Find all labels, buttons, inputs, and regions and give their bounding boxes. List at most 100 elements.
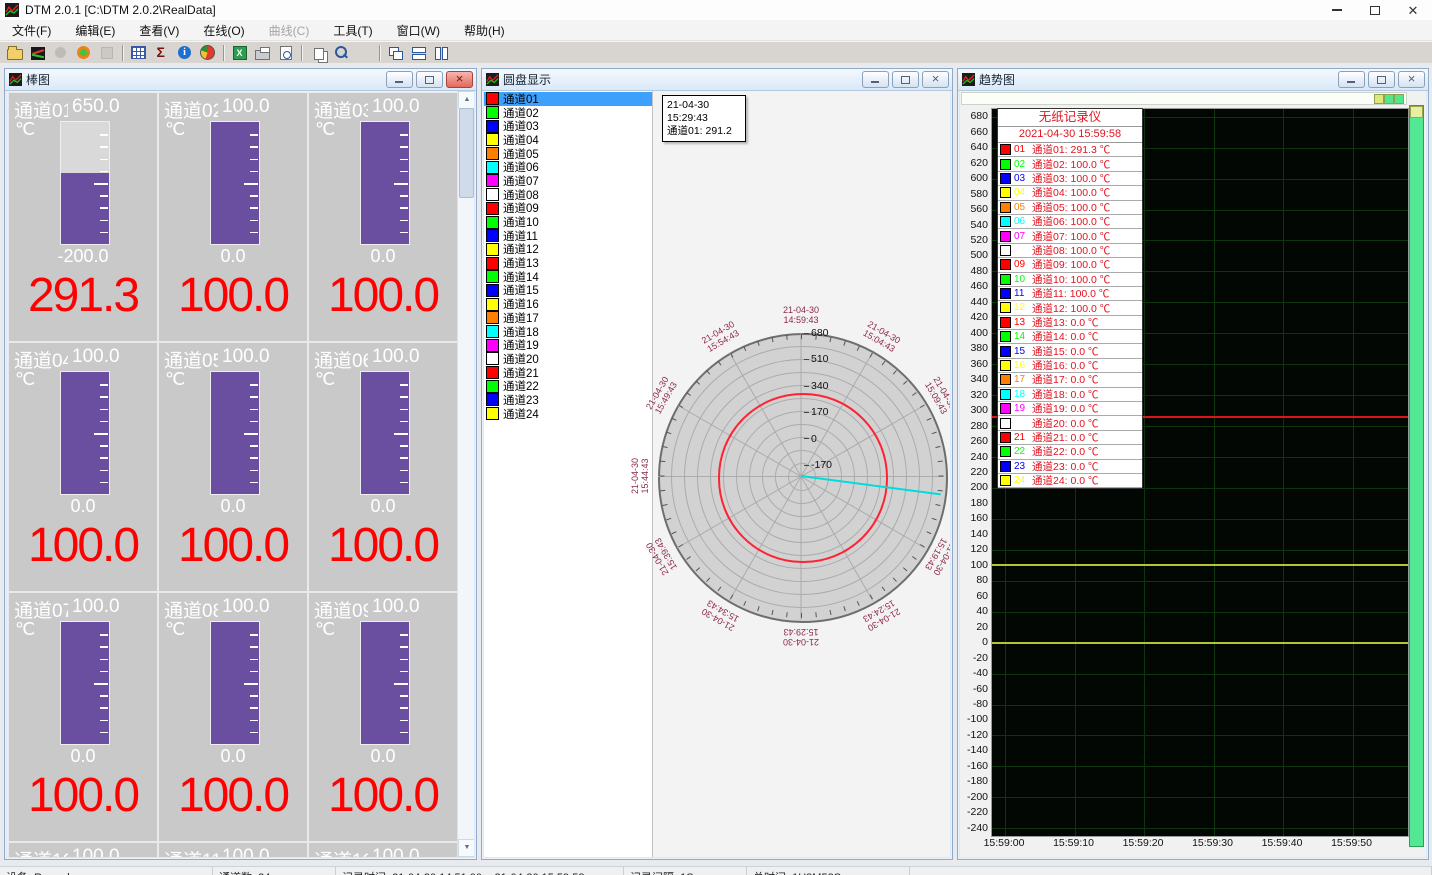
bar-close-button[interactable] (446, 71, 473, 88)
menu-item-7[interactable]: 窗口(W) (385, 20, 452, 40)
legend-channel-number: 24 (1014, 475, 1029, 486)
gauge-tick (394, 183, 408, 185)
bar-window-titlebar[interactable]: 棒图 (5, 69, 476, 91)
gauge-tick (100, 384, 108, 386)
trend-y-tick-label: 500 (960, 249, 988, 261)
gauge-tick (394, 433, 408, 435)
bar-scroll-thumb[interactable] (459, 108, 474, 198)
disc-minimize-button[interactable] (862, 71, 889, 88)
legend-channel-value: 通道07: 100.0 ℃ (1032, 229, 1110, 244)
toolbar-cascade-button[interactable] (384, 43, 407, 62)
trend-minimize-button[interactable] (1338, 71, 1365, 88)
toolbar-record-button[interactable] (72, 43, 95, 62)
toolbar-sigma-button[interactable] (150, 43, 173, 62)
toolbar-zoom2-button (352, 43, 375, 62)
menu-item-1[interactable]: 文件(F) (0, 20, 63, 40)
bar-gauge-cell: 通道10100.0℃0.0100.0 (8, 842, 158, 857)
toolbar-chart-button[interactable] (26, 43, 49, 62)
gauge-tick (250, 707, 258, 709)
channel-list-item[interactable]: 通道24 (484, 407, 652, 421)
trend-y-tick-label: 460 (960, 280, 988, 292)
minimize-button[interactable] (1318, 0, 1356, 20)
channel-color-swatch (486, 188, 499, 201)
restore-button[interactable] (1356, 0, 1394, 20)
trend-series-line (992, 564, 1408, 566)
gauge-tick (100, 482, 108, 484)
bar-vertical-scrollbar[interactable]: ▲ ▼ (457, 91, 474, 857)
toolbar-preview-button[interactable] (274, 43, 297, 62)
legend-color-swatch (1000, 317, 1011, 328)
trend-y-tick-label: 380 (960, 342, 988, 354)
bar-gauge-cell: 通道11100.0℃0.0100.0 (158, 842, 308, 857)
toolbar-pie-button[interactable] (196, 43, 219, 62)
trend-v-gridline (1144, 109, 1145, 836)
legend-channel-number: 12 (1014, 302, 1029, 313)
legend-row: 05通道05: 100.0 ℃ (998, 201, 1142, 215)
toolbar-open-button[interactable] (3, 43, 26, 62)
gauge-tick (100, 220, 108, 222)
toolbar-export-button[interactable] (228, 43, 251, 62)
trend-scroll-button-icon[interactable] (1394, 94, 1404, 104)
status-bar: 设备: Record通道数: 24记录时间: 21-04-30 14:51:00… (0, 866, 1432, 875)
trend-y-tick-label: 300 (960, 404, 988, 416)
gauge-tick (100, 457, 108, 459)
gauge-tick (400, 220, 408, 222)
menu-item-2[interactable]: 编辑(E) (63, 20, 127, 40)
scroll-down-icon[interactable]: ▼ (458, 839, 474, 857)
menu-item-8[interactable]: 帮助(H) (452, 20, 517, 40)
trend-horizontal-scrollbar[interactable] (961, 92, 1407, 105)
trend-maximize-button[interactable] (1368, 71, 1395, 88)
disc-window-titlebar[interactable]: 圆盘显示 (482, 69, 952, 91)
gauge-bar (210, 121, 260, 245)
legend-channel-value: 通道04: 100.0 ℃ (1032, 185, 1110, 200)
toolbar-zoom-button[interactable] (329, 43, 352, 62)
legend-channel-value: 通道13: 0.0 ℃ (1032, 315, 1099, 330)
trend-vscroll-thumb[interactable] (1410, 106, 1423, 118)
gauge-tick (100, 396, 108, 398)
gauge-tick (100, 695, 108, 697)
trend-window-titlebar[interactable]: 趋势图 (958, 69, 1428, 91)
menu-item-4[interactable]: 在线(O) (191, 20, 256, 40)
gauge-tick (244, 183, 258, 185)
legend-channel-value: 通道19: 0.0 ℃ (1032, 401, 1099, 416)
gauge-tick (400, 384, 408, 386)
polar-time-label-date: 21-04-30 (767, 305, 835, 315)
gauge-reading: 100.0 (309, 268, 457, 323)
gauge-header: 通道09100.0 (314, 596, 453, 618)
disc-maximize-button[interactable] (892, 71, 919, 88)
bar-maximize-button[interactable] (416, 71, 443, 88)
trend-close-button[interactable] (1398, 71, 1425, 88)
menu-item-3[interactable]: 查看(V) (127, 20, 191, 40)
trend-series-line (992, 642, 1408, 644)
scroll-up-icon[interactable]: ▲ (458, 91, 474, 109)
legend-timestamp: 2021-04-30 15:59:58 (998, 127, 1142, 143)
toolbar-print-button[interactable] (251, 43, 274, 62)
channel-color-swatch (486, 393, 499, 406)
menu-item-6[interactable]: 工具(T) (321, 20, 384, 40)
trend-vertical-scrollbar[interactable] (1409, 105, 1424, 847)
gauge-tick (250, 134, 258, 136)
table-icon (131, 46, 146, 59)
toolbar-tilev-button[interactable] (430, 43, 453, 62)
gauge-channel-name: 通道11 (164, 846, 218, 857)
gauge-max-value: 650.0 (72, 96, 120, 118)
gauge-unit-label: ℃ (15, 119, 35, 140)
trend-y-tick-label: -80 (960, 698, 988, 710)
bar-minimize-button[interactable] (386, 71, 413, 88)
legend-row: 23通道23: 0.0 ℃ (998, 460, 1142, 474)
legend-row: 16通道16: 0.0 ℃ (998, 359, 1142, 373)
trend-scroll-button-icon[interactable] (1374, 94, 1384, 104)
trend-y-tick-label: -100 (960, 713, 988, 725)
disc-close-button[interactable] (922, 71, 949, 88)
trend-scroll-button-icon[interactable] (1384, 94, 1394, 104)
close-button[interactable]: ✕ (1394, 0, 1432, 20)
trend-y-tick-label: -180 (960, 775, 988, 787)
gauge-tick (100, 470, 108, 472)
trend-window-title: 趋势图 (979, 71, 1015, 88)
toolbar-tileh-button[interactable] (407, 43, 430, 62)
gauge-min-value: 0.0 (9, 746, 157, 767)
toolbar-info-button[interactable] (173, 43, 196, 62)
legend-channel-value: 通道01: 291.3 ℃ (1032, 142, 1110, 157)
toolbar-table-button[interactable] (127, 43, 150, 62)
toolbar-copy-button[interactable] (306, 43, 329, 62)
